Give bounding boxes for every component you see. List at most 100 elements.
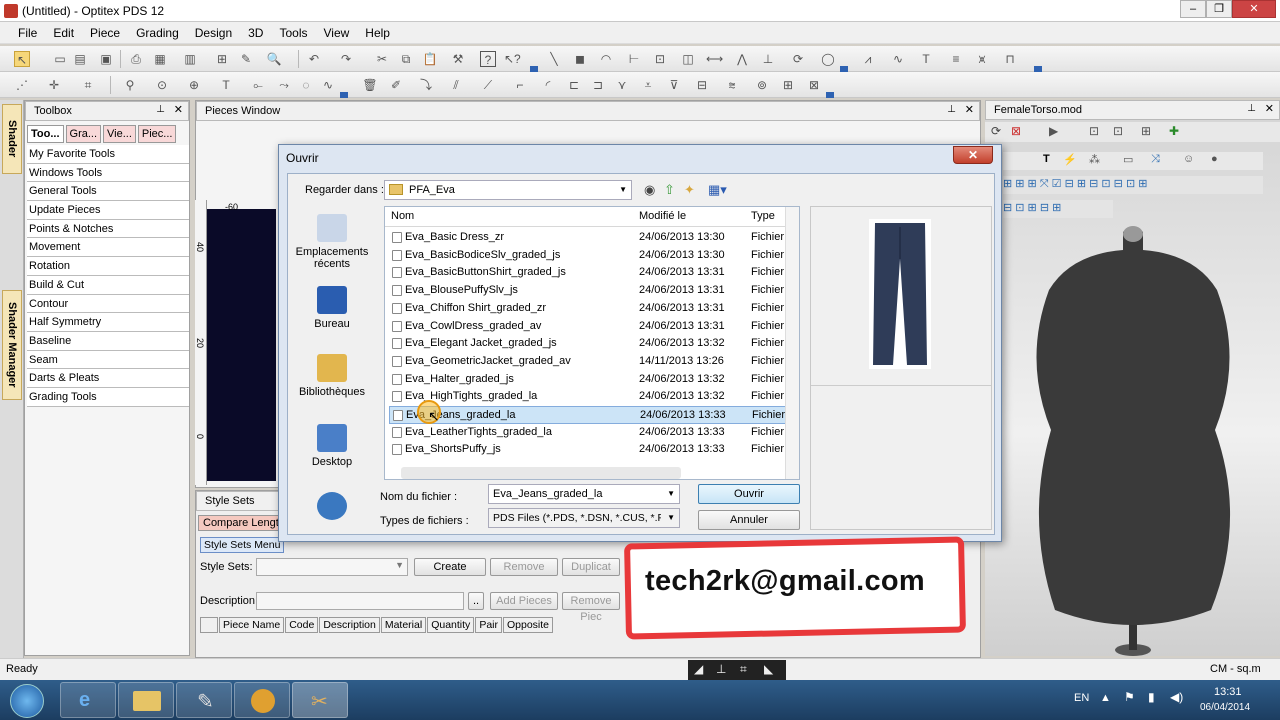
toolbox-item[interactable]: Points & Notches bbox=[27, 219, 189, 239]
back-icon[interactable]: ◉ bbox=[644, 182, 655, 198]
delete-icon[interactable]: 🗑 bbox=[362, 77, 378, 93]
paste-icon[interactable]: 📋 bbox=[422, 51, 438, 67]
piece-tool-icon[interactable]: ◫ bbox=[680, 51, 696, 67]
duplicate-button[interactable]: Duplicat bbox=[562, 558, 620, 576]
maximize-button[interactable]: ❐ bbox=[1206, 0, 1232, 18]
grid-icon[interactable]: ⊞ bbox=[214, 51, 230, 67]
filetype-dropdown[interactable]: PDS Files (*.PDS, *.DSN, *.CUS, *.PDI ▼ bbox=[488, 508, 680, 528]
toolbox-item[interactable]: My Favorite Tools bbox=[27, 145, 189, 164]
tab-pieces[interactable]: Piec... bbox=[137, 125, 177, 143]
column-name[interactable]: Nom bbox=[391, 210, 414, 222]
tab-shader-manager[interactable]: Shader Manager bbox=[2, 290, 22, 400]
pin-icon[interactable]: ⊥ bbox=[156, 101, 165, 119]
help-icon[interactable]: ? bbox=[480, 51, 496, 67]
connect-tool-icon[interactable]: ⤳ bbox=[276, 77, 292, 93]
open-button[interactable]: Ouvrir bbox=[698, 484, 800, 504]
add-pieces-button[interactable]: Add Pieces bbox=[490, 592, 558, 610]
menu-file[interactable]: File bbox=[18, 26, 37, 40]
menu-view[interactable]: View bbox=[323, 26, 349, 40]
stop-icon[interactable]: ⊠ bbox=[1011, 124, 1021, 138]
look-in-dropdown[interactable]: PFA_Eva ▼ bbox=[384, 180, 632, 200]
fabric-icon[interactable]: ⁂ bbox=[1089, 153, 1100, 166]
file-row[interactable]: Eva_BasicBodiceSlv_graded_js 24/06/2013 1… bbox=[389, 247, 793, 265]
column-type[interactable]: Type bbox=[751, 210, 775, 222]
frame2-icon[interactable]: ⊡ bbox=[1113, 124, 1123, 138]
fill-tool-icon[interactable]: ◼ bbox=[572, 51, 588, 67]
pin-icon[interactable]: ⊥ bbox=[947, 101, 956, 119]
toolbox-item[interactable]: Rotation bbox=[27, 257, 189, 276]
file-row[interactable]: Eva_Elegant Jacket_graded_js 24/06/2013 1… bbox=[389, 335, 793, 353]
copy-icon[interactable]: ⧉ bbox=[398, 51, 414, 67]
place-libraries[interactable]: Bibliothèques bbox=[292, 354, 372, 398]
toolbox-item[interactable]: Baseline bbox=[27, 331, 189, 351]
menu-piece[interactable]: Piece bbox=[90, 26, 120, 40]
menu-3d[interactable]: 3D bbox=[248, 26, 263, 40]
toolbox-item[interactable]: General Tools bbox=[27, 182, 189, 202]
dialog-close-button[interactable]: ✕ bbox=[953, 146, 993, 164]
toolbox-item[interactable]: Build & Cut bbox=[27, 275, 189, 295]
optitex-app-icon[interactable]: ✂ bbox=[292, 682, 348, 718]
place-network[interactable] bbox=[292, 492, 372, 524]
place-desktop[interactable]: Desktop bbox=[292, 424, 372, 468]
mirror-tool-icon[interactable]: ⟷ bbox=[706, 51, 723, 67]
trace-tool-icon[interactable]: ◌ bbox=[298, 77, 314, 93]
file-row[interactable]: Eva_LeatherTights_graded_la 24/06/2013 13… bbox=[389, 424, 793, 442]
snap-icon[interactable]: ⊥ bbox=[716, 662, 726, 676]
file-row[interactable]: Eva_HighTights_graded_la 24/06/2013 13:32… bbox=[389, 388, 793, 406]
column-header[interactable] bbox=[200, 617, 218, 633]
description-field[interactable] bbox=[256, 592, 464, 610]
cancel-button[interactable]: Annuler bbox=[698, 510, 800, 530]
undo-icon[interactable]: ↶ bbox=[306, 51, 322, 67]
up-folder-icon[interactable]: ⇧ bbox=[664, 182, 675, 198]
measure-icon[interactable]: ✎ bbox=[238, 51, 254, 67]
label-tool-icon[interactable]: ⊞ bbox=[780, 77, 796, 93]
text3d-icon[interactable]: T bbox=[1043, 153, 1050, 165]
tray-arrow-icon[interactable]: ▲ bbox=[1100, 692, 1111, 704]
line-tool-icon[interactable]: ╲ bbox=[546, 51, 562, 67]
menu-edit[interactable]: Edit bbox=[53, 26, 74, 40]
text-tool-icon[interactable]: T bbox=[918, 51, 934, 67]
grid-b-icon[interactable]: ⊟ ⊡ ⊞ ⊟ ⊞ bbox=[1003, 201, 1061, 214]
refresh-icon[interactable]: ⟳ bbox=[991, 124, 1001, 138]
file-row[interactable]: Eva_GeometricJacket_graded_av 14/11/2013 … bbox=[389, 353, 793, 371]
close-icon[interactable]: ✕ bbox=[965, 101, 974, 119]
notch-tool-icon[interactable]: ⊥ bbox=[760, 51, 776, 67]
format-icon[interactable]: ⚒ bbox=[450, 51, 466, 67]
toolbox-item[interactable]: Half Symmetry bbox=[27, 313, 189, 332]
toolbox-item[interactable]: Movement bbox=[27, 238, 189, 258]
wand-icon[interactable]: ⚡ bbox=[1063, 153, 1077, 166]
menu-help[interactable]: Help bbox=[365, 26, 390, 40]
pen-app-icon[interactable]: ✎ bbox=[176, 682, 232, 718]
create-button[interactable]: Create bbox=[414, 558, 486, 576]
seam-tool-icon[interactable]: ⊏ bbox=[566, 77, 582, 93]
arc-tool-icon[interactable]: ◠ bbox=[598, 51, 614, 67]
select-arrow-icon[interactable]: ↖ bbox=[14, 51, 30, 67]
clock-date[interactable]: 06/04/2014 bbox=[1200, 702, 1250, 713]
column-header[interactable]: Material bbox=[380, 617, 427, 633]
column-header[interactable]: Pair bbox=[475, 617, 502, 633]
column-modified[interactable]: Modifié le bbox=[639, 210, 686, 222]
clock-time[interactable]: 13:31 bbox=[1214, 686, 1242, 698]
close-window-button[interactable]: ✕ bbox=[1232, 0, 1276, 18]
remove-button[interactable]: Remove bbox=[490, 558, 558, 576]
context-help-icon[interactable]: ↖? bbox=[504, 51, 521, 67]
curve-tool-icon[interactable]: ∿ bbox=[890, 51, 906, 67]
remove-pieces-button[interactable]: Remove Piec bbox=[562, 592, 620, 623]
toolbox-item[interactable]: Grading Tools bbox=[27, 387, 189, 407]
center-tool-icon[interactable]: ⊙ bbox=[154, 77, 170, 93]
file-row[interactable]: Eva_Jeans_graded_la 24/06/2013 13:33 Fichi… bbox=[389, 406, 794, 424]
display-icon[interactable]: ▭ bbox=[1123, 153, 1133, 166]
round-tool-icon[interactable]: ◜ bbox=[540, 77, 556, 93]
size-tool-icon[interactable]: ⊓ bbox=[1002, 51, 1018, 67]
column-header[interactable]: Description bbox=[319, 617, 380, 633]
toolbox-item[interactable]: Update Pieces bbox=[27, 201, 189, 220]
menu-design[interactable]: Design bbox=[195, 26, 232, 40]
view-menu-icon[interactable]: ▦▾ bbox=[708, 182, 727, 198]
target-tool-icon[interactable]: ⊕ bbox=[186, 77, 202, 93]
column-header[interactable]: Opposite bbox=[503, 617, 554, 633]
vertical-scrollbar[interactable] bbox=[785, 207, 799, 479]
slash-tool-icon[interactable]: ⫽ bbox=[448, 77, 464, 93]
close-icon[interactable]: ✕ bbox=[1265, 100, 1274, 118]
stitch-tool-icon[interactable]: ⩘ bbox=[860, 51, 876, 67]
corner-tool-icon[interactable]: ⌐ bbox=[512, 77, 528, 93]
